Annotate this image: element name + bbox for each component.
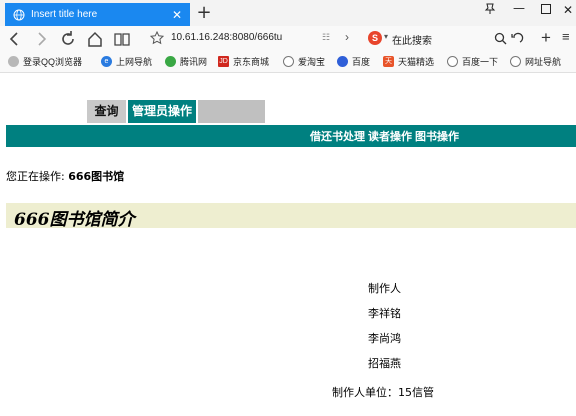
intro-header: 666图书馆简介 <box>6 203 576 230</box>
browser-tab[interactable]: Insert title here ✕ <box>5 3 190 26</box>
bookmark-item[interactable]: JD 京东商城 <box>218 55 269 68</box>
borrow-return-link[interactable]: 借还书处理 <box>310 130 365 143</box>
close-window-icon[interactable]: ✕ <box>563 3 573 17</box>
search-icon[interactable] <box>494 32 507 45</box>
globe-icon <box>510 56 521 67</box>
globe-icon <box>283 56 294 67</box>
reload-icon[interactable] <box>59 30 77 48</box>
address-bar[interactable]: 10.61.16.248:8080/666tu <box>171 32 321 43</box>
tab-admin[interactable]: 管理员操作 <box>128 100 196 123</box>
main-menu: 查询 管理员操作 <box>87 100 265 123</box>
credits-heading: 制作人 <box>368 282 401 295</box>
credit-member: 李尚鸿 <box>368 332 401 345</box>
bookmark-star-icon[interactable] <box>150 31 164 45</box>
bookmark-label: 百度一下 <box>462 57 499 67</box>
home-icon[interactable] <box>86 30 104 48</box>
add-icon[interactable]: + <box>541 28 551 48</box>
credits-unit: 制作人单位：15信管 <box>332 386 434 399</box>
globe-icon <box>447 56 458 67</box>
submenu-links: 借还书处理 读者操作 图书操作 <box>310 128 462 144</box>
bookmark-item[interactable]: 爱淘宝 <box>283 55 325 68</box>
tab-title: Insert title here <box>31 9 98 20</box>
search-engine-dropdown-icon[interactable]: ▾ <box>384 32 388 41</box>
credit-member: 李祥铭 <box>368 307 401 320</box>
jd-icon: JD <box>218 56 229 67</box>
new-tab-button[interactable]: + <box>196 4 212 22</box>
bookmark-label: 腾讯网 <box>180 57 208 67</box>
page-content: 查询 管理员操作 借还书处理 读者操作 图书操作 您正在操作: 666图书馆 666… <box>0 73 576 416</box>
bookmark-label: 登录QQ浏览器 <box>23 57 83 67</box>
navigation-bar: 10.61.16.248:8080/666tu ☷ › S ▾ 在此搜索 + ≡ <box>0 26 576 52</box>
reader-ops-link[interactable]: 读者操作 <box>368 130 412 143</box>
tab-query[interactable]: 查询 <box>87 100 126 123</box>
bookmark-item[interactable]: 网址导航 <box>510 55 561 68</box>
bookmark-item[interactable]: 百度 <box>337 55 370 68</box>
tab-empty <box>198 100 265 123</box>
bookmark-label: 上网导航 <box>116 57 153 67</box>
tab-strip: Insert title here ✕ + — ✕ <box>0 0 576 26</box>
bookmark-label: 百度 <box>352 57 371 67</box>
current-operation-label: 您正在操作: <box>6 170 65 183</box>
ie-icon: e <box>101 56 112 67</box>
extension-icon[interactable]: ☷ <box>322 32 330 43</box>
bookmark-label: 网址导航 <box>525 57 562 67</box>
bookmark-label: 京东商城 <box>233 57 270 67</box>
tmall-icon: 天 <box>383 56 394 67</box>
submenu-bar: 借还书处理 读者操作 图书操作 <box>6 125 576 147</box>
bookmark-item[interactable]: 登录QQ浏览器 <box>8 55 82 68</box>
qq-icon <box>8 56 19 67</box>
bookmark-label: 爱淘宝 <box>298 57 326 67</box>
forward-icon[interactable] <box>32 30 50 48</box>
current-library-name: 666图书馆 <box>68 170 125 183</box>
bookmarks-bar: 登录QQ浏览器 e 上网导航 腾讯网 JD 京东商城 爱淘宝 百度 天 天猫精选… <box>0 52 576 73</box>
bookmark-item[interactable]: 腾讯网 <box>165 55 207 68</box>
maximize-icon[interactable] <box>541 3 551 17</box>
bookmark-item[interactable]: e 上网导航 <box>101 55 152 68</box>
pin-window-icon[interactable] <box>484 3 496 18</box>
back-icon[interactable] <box>6 30 24 48</box>
current-operation: 您正在操作: 666图书馆 <box>6 168 124 184</box>
reader-icon[interactable] <box>113 30 131 48</box>
menu-icon[interactable]: ≡ <box>562 29 570 44</box>
bookmark-item[interactable]: 百度一下 <box>447 55 498 68</box>
tab-close-icon[interactable]: ✕ <box>170 8 184 22</box>
book-ops-link[interactable]: 图书操作 <box>415 130 459 143</box>
baidu-icon <box>337 56 348 67</box>
intro-title: 666图书馆简介 <box>14 210 135 230</box>
address-go-icon[interactable]: › <box>345 30 349 44</box>
credit-member: 招福燕 <box>368 357 401 370</box>
search-input[interactable]: 在此搜索 <box>392 32 432 47</box>
minimize-icon[interactable]: — <box>513 1 525 15</box>
search-engine-logo-icon[interactable]: S <box>368 31 382 45</box>
bookmark-label: 天猫精选 <box>398 57 435 67</box>
globe-icon <box>13 9 25 20</box>
tencent-icon <box>165 56 176 67</box>
undo-icon[interactable] <box>510 32 524 45</box>
bookmark-item[interactable]: 天 天猫精选 <box>383 55 434 68</box>
